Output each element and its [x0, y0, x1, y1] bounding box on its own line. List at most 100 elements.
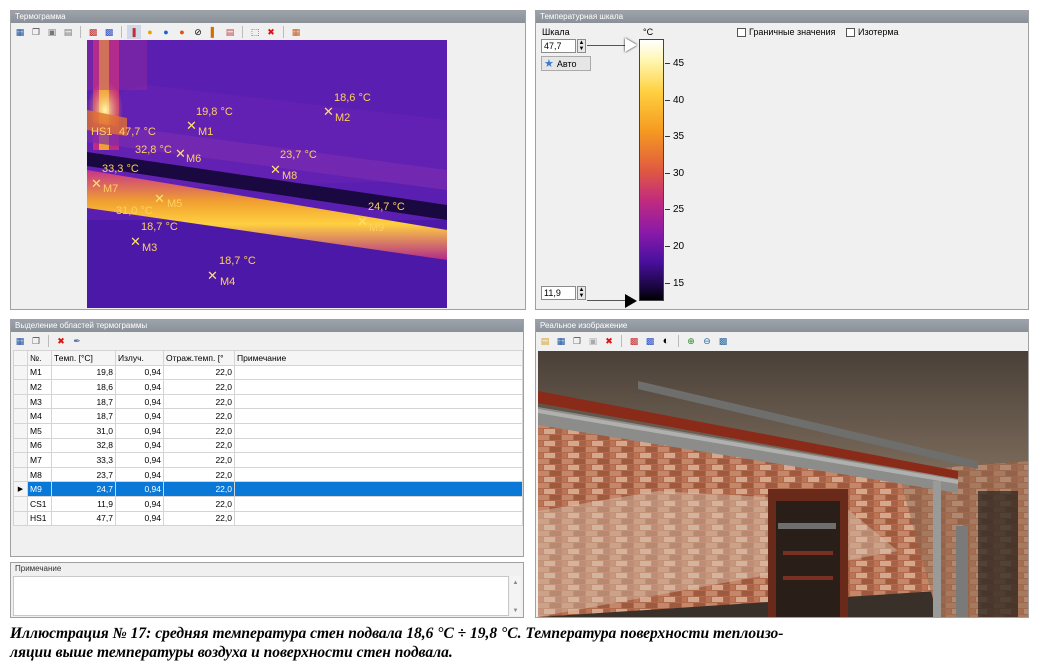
checkbox-box: [737, 27, 746, 37]
cell-temp: 47,7: [51, 510, 116, 527]
scale-tick-label: 25: [673, 204, 685, 216]
cell-emissivity: 0,94: [115, 437, 164, 454]
thermometer-icon[interactable]: ❚: [127, 25, 141, 39]
regions-toolbar: ▦ ❐ ✖ ✒: [11, 332, 523, 350]
copy-icon[interactable]: ❐: [29, 334, 43, 348]
color-scale-bar: [639, 39, 664, 301]
cell-temp: 32,8: [51, 437, 116, 454]
pen-icon[interactable]: ✒: [70, 334, 84, 348]
cell-reflected-temp: 22,0: [163, 408, 235, 424]
scale-tick-mark: [665, 136, 670, 138]
isotherm-checkbox[interactable]: Изотерма: [846, 27, 899, 37]
scale-min-input[interactable]: 11,9: [541, 286, 576, 300]
orange-circle-icon[interactable]: ●: [175, 25, 189, 39]
thermogram-image[interactable]: 19,8 °C ✕ M1 18,6 °C ✕ M2 18,7 °C ✕ M3 1…: [87, 40, 447, 308]
grid-icon[interactable]: ▦: [289, 25, 303, 39]
delete-icon[interactable]: ✖: [54, 334, 68, 348]
cell-reflected-temp: 22,0: [163, 393, 235, 410]
palette-icon[interactable]: ▩: [86, 25, 100, 39]
swap-palette-icon[interactable]: ▩: [102, 25, 116, 39]
scale-min-handle-icon[interactable]: [625, 294, 637, 308]
scale-max-handle-icon[interactable]: [625, 38, 637, 52]
scale-tick-mark: [665, 246, 670, 247]
table-row[interactable]: M1 19,8 0,94 22,0: [13, 364, 523, 381]
scale-max-connector: [587, 45, 627, 46]
marker-temp: 33,3 °C: [102, 163, 139, 175]
zoom-in-icon[interactable]: ⊕: [684, 334, 698, 348]
no-symbol-icon[interactable]: ⊘: [191, 25, 205, 39]
auto-button[interactable]: ★ Авто: [541, 56, 591, 71]
toolbar-separator: [678, 335, 679, 347]
save-icon[interactable]: ▦: [13, 334, 27, 348]
copy-icon[interactable]: ❐: [29, 25, 43, 39]
save-icon[interactable]: ▦: [554, 334, 568, 348]
cell-emissivity: 0,94: [115, 481, 164, 497]
scale-min-connector: [587, 300, 627, 301]
cell-temp: 18,7: [51, 408, 116, 424]
cell-reflected-temp: 22,0: [163, 510, 235, 527]
marker-label: HS1: [91, 126, 113, 138]
table-row[interactable]: CS1 11,9 0,94 22,0: [13, 495, 523, 512]
zoom-out-icon[interactable]: ⊖: [700, 334, 714, 348]
cell-emissivity: 0,94: [115, 379, 164, 395]
contrast-icon[interactable]: ◐: [659, 334, 673, 348]
marker-cross-icon: ✕: [91, 176, 102, 191]
table-row[interactable]: ▶ M9 24,7 0,94 22,0: [13, 481, 523, 497]
swap-palette-icon[interactable]: ▩: [643, 334, 657, 348]
table-row[interactable]: M8 23,7 0,94 22,0: [13, 466, 523, 483]
zoom-fit-icon[interactable]: ▩: [716, 334, 730, 348]
row-indicator: [13, 364, 28, 381]
export-icon[interactable]: ▣: [45, 25, 59, 39]
palette-icon[interactable]: ▩: [627, 334, 641, 348]
column-header[interactable]: Отраж.темп. [°: [163, 350, 235, 366]
photo-toolbar: ▤ ▦ ❐ ▣ ✖ ▩ ▩ ◐ ⊕ ⊖ ▩: [536, 332, 1028, 350]
select-area-icon[interactable]: ⬚: [248, 25, 262, 39]
table-row[interactable]: M7 33,3 0,94 22,0: [13, 452, 523, 468]
table-row[interactable]: M5 31,0 0,94 22,0: [13, 422, 523, 439]
note-panel: Примечание ▲ ▼: [10, 562, 524, 618]
note-textarea[interactable]: [13, 576, 509, 616]
paste-icon[interactable]: ▣: [586, 334, 600, 348]
scale-tick-label: 45: [673, 58, 685, 69]
cell-note: [234, 481, 523, 497]
boundary-values-checkbox[interactable]: Граничные значения: [737, 27, 835, 37]
marker-temp: 32,8 °C: [135, 144, 172, 156]
scale-min-spinner[interactable]: ▲ ▼: [577, 286, 586, 300]
marker-temp: 18,7 °C: [141, 221, 178, 233]
note-scrollbar[interactable]: ▲ ▼: [510, 576, 521, 616]
column-header[interactable]: Темп. [°C]: [51, 350, 116, 366]
scale-tick-mark: [665, 282, 670, 284]
row-indicator: [13, 437, 28, 454]
open-icon[interactable]: ▤: [538, 334, 552, 348]
profile-icon[interactable]: ▤: [223, 25, 237, 39]
copy-icon[interactable]: ❐: [570, 334, 584, 348]
cell-note: [234, 422, 523, 439]
marker-temp: 24,7 °C: [368, 201, 405, 213]
cell-id: M7: [27, 452, 52, 468]
print-icon[interactable]: ▤: [61, 25, 75, 39]
scale-max-input[interactable]: 47,7: [541, 39, 576, 53]
column-header[interactable]: №.: [27, 350, 52, 366]
histogram-icon[interactable]: ▌: [207, 25, 221, 39]
table-row[interactable]: M3 18,7 0,94 22,0: [13, 393, 523, 410]
table-row[interactable]: HS1 47,7 0,94 22,0: [13, 510, 523, 527]
scale-tick-label: 30: [673, 167, 685, 179]
cell-temp: 31,0: [51, 422, 116, 439]
column-header[interactable]: Излуч.: [115, 350, 164, 366]
cell-id: M5: [27, 422, 52, 439]
table-row[interactable]: M2 18,6 0,94 22,0: [13, 379, 523, 395]
scale-max-spinner[interactable]: ▲ ▼: [577, 39, 586, 53]
column-header[interactable]: Примечание: [234, 350, 523, 366]
marker-label: M2: [335, 112, 351, 124]
table-row[interactable]: M6 32,8 0,94 22,0: [13, 437, 523, 454]
table-row[interactable]: M4 18,7 0,94 22,0: [13, 408, 523, 424]
delete-icon[interactable]: ✖: [264, 25, 278, 39]
sun-icon[interactable]: ●: [143, 25, 157, 39]
toolbar-separator: [48, 335, 49, 347]
blue-circle-icon[interactable]: ●: [159, 25, 173, 39]
delete-icon[interactable]: ✖: [602, 334, 616, 348]
cell-note: [234, 452, 523, 468]
thermogram-toolbar: ▦ ❐ ▣ ▤ ▩ ▩ ❚ ● ● ● ⊘ ▌ ▤ ⬚ ✖ ▦: [11, 23, 525, 41]
row-indicator: [13, 452, 28, 468]
save-icon[interactable]: ▦: [13, 25, 27, 39]
